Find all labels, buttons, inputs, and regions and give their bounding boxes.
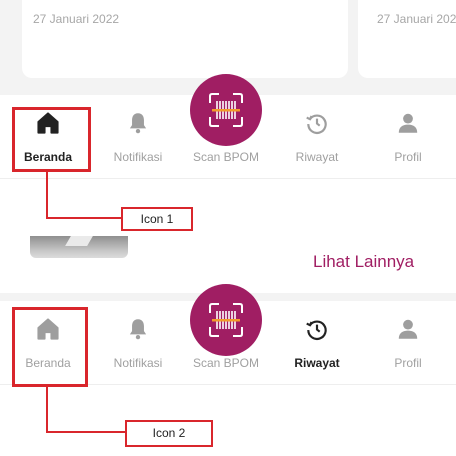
nav-label-profil: Profil — [394, 356, 422, 370]
card-date: 27 Januari 2022 — [33, 12, 120, 26]
barcode-scan-icon — [209, 303, 243, 337]
annotation-label-icon-2: Icon 2 — [125, 420, 213, 447]
nav-label-profil: Profil — [394, 150, 422, 164]
bell-icon — [129, 113, 147, 134]
scan-bpom-button[interactable] — [190, 74, 262, 146]
nav-label-scan-bpom: Scan BPOM — [192, 356, 260, 370]
content-card[interactable]: 27 Januari 2022 — [22, 0, 348, 78]
history-icon — [306, 114, 327, 135]
nav-label-riwayat: Riwayat — [295, 150, 339, 164]
history-icon — [306, 320, 327, 341]
connector-line — [46, 172, 48, 219]
connector-line — [46, 387, 48, 433]
bell-icon — [129, 319, 147, 340]
nav-label-notifikasi: Notifikasi — [113, 150, 163, 164]
card-date: 27 Januari 2022 — [377, 12, 456, 26]
content-card[interactable]: 27 Januari 2022 — [358, 0, 456, 78]
connector-line — [46, 431, 126, 433]
profile-icon — [398, 113, 418, 133]
nav-item-profil[interactable]: Profil — [363, 301, 453, 385]
barcode-scan-icon — [209, 93, 243, 127]
highlight-box-icon-2 — [12, 307, 88, 387]
nav-item-notifikasi[interactable]: Notifikasi — [93, 301, 183, 385]
nav-item-notifikasi[interactable]: Notifikasi — [93, 95, 183, 179]
highlight-box-icon-1 — [12, 107, 91, 172]
see-more-link[interactable]: Lihat Lainnya — [313, 252, 414, 272]
nav-label-riwayat: Riwayat — [294, 356, 340, 370]
nav-label-scan-bpom: Scan BPOM — [192, 150, 260, 164]
thumbnail-image[interactable] — [30, 236, 128, 258]
nav-label-notifikasi: Notifikasi — [113, 356, 163, 370]
nav-item-riwayat[interactable]: Riwayat — [272, 95, 362, 179]
profile-icon — [398, 319, 418, 339]
connector-line — [46, 217, 122, 219]
nav-item-riwayat[interactable]: Riwayat — [272, 301, 362, 385]
scan-bpom-button[interactable] — [190, 284, 262, 356]
nav-item-profil[interactable]: Profil — [363, 95, 453, 179]
annotation-label-icon-1: Icon 1 — [121, 207, 193, 231]
